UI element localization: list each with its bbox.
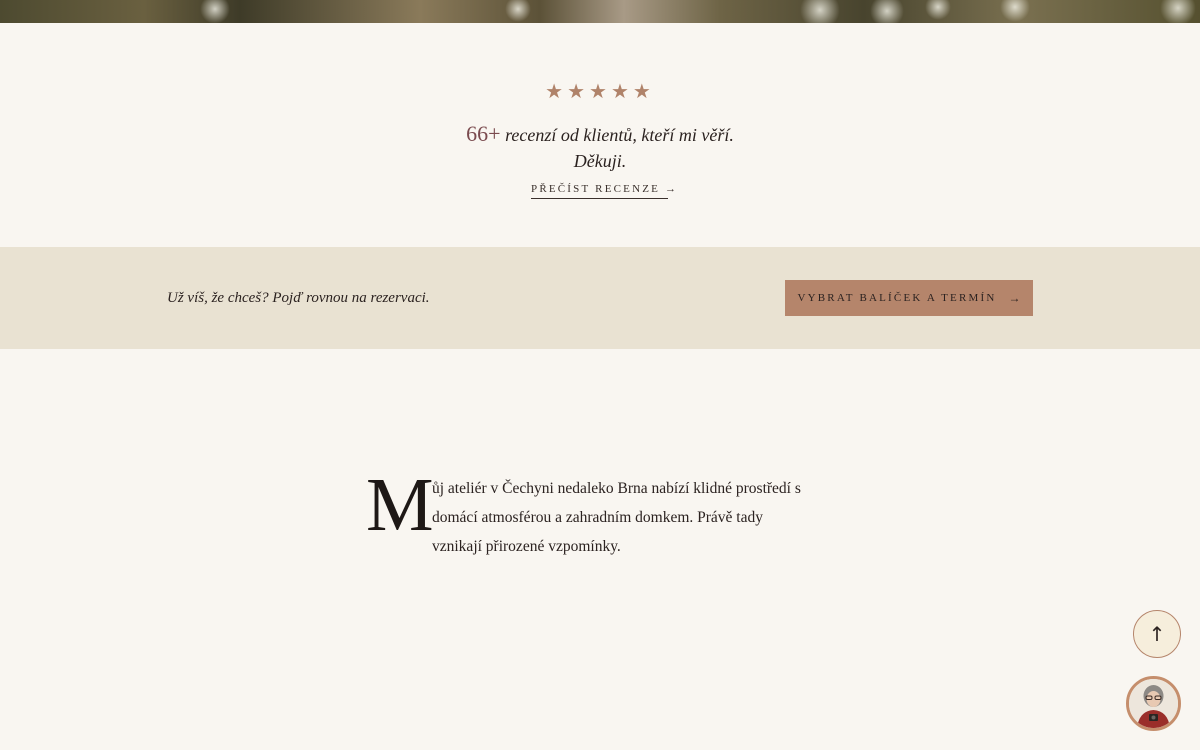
arrow-up-icon: ↑	[1148, 622, 1166, 646]
hero-image-strip	[0, 0, 1200, 23]
intro-paragraph: ůj ateliér v Čechyni nedaleko Brna nabíz…	[432, 480, 801, 555]
scroll-to-top-button[interactable]: ↑	[1133, 610, 1181, 658]
choose-package-button[interactable]: VYBRAT BALÍČEK A TERMÍN →	[785, 280, 1033, 316]
review-thanks: Děkuji.	[573, 151, 627, 171]
avatar-photo-icon	[1129, 679, 1178, 728]
reservation-cta-band: Už víš, že chceš? Pojď rovnou na rezerva…	[0, 247, 1200, 349]
avatar[interactable]	[1126, 676, 1181, 731]
cta-text: Už víš, že chceš? Pojď rovnou na rezerva…	[167, 290, 430, 306]
reviews-section: ★★★★★ 66+ recenzí od klientů, kteří mi v…	[0, 23, 1200, 247]
arrow-right-icon: →	[1008, 290, 1021, 305]
review-summary: 66+ recenzí od klientů, kteří mi věří.	[0, 121, 1200, 147]
review-summary-text: recenzí od klientů, kteří mi věří.	[500, 125, 734, 145]
review-count: 66+	[466, 121, 501, 146]
read-reviews-link[interactable]: PŘEČÍST RECENZE →	[531, 183, 676, 199]
choose-package-label: VYBRAT BALÍČEK A TERMÍN	[797, 292, 997, 304]
drop-cap: M	[366, 463, 434, 547]
star-rating: ★★★★★	[545, 79, 655, 103]
